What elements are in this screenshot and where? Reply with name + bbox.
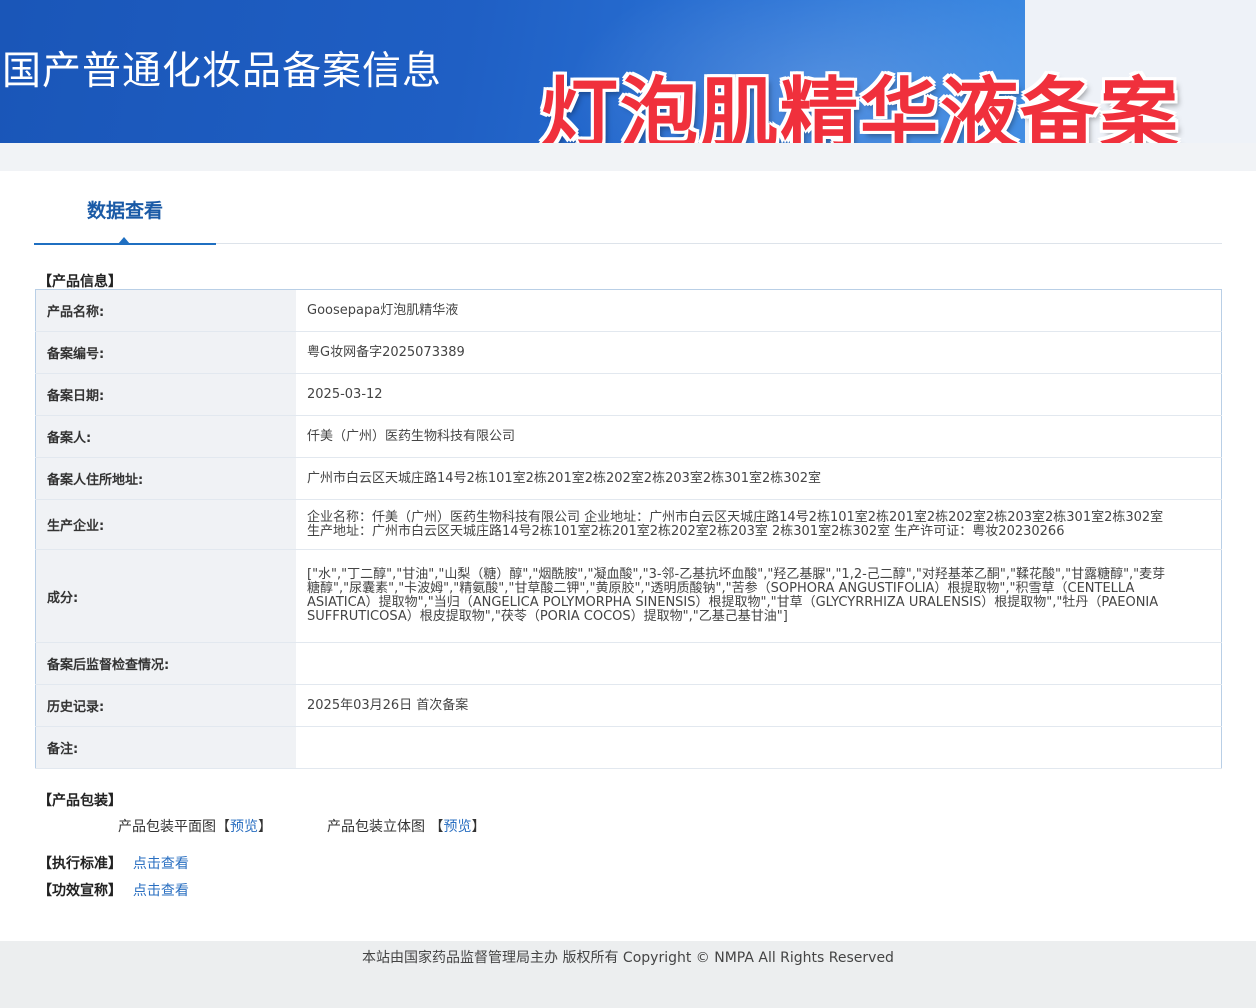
standards-label: 【执行标准】 <box>38 856 122 872</box>
row-value <box>296 642 1222 685</box>
row-value <box>296 726 1222 769</box>
table-row: 备案人住所地址: 广州市白云区天城庄路14号2栋101室2栋201室2栋202室… <box>35 457 1222 500</box>
product-info-table: 产品名称: Goosepapa灯泡肌精华液 备案编号: 粤G妆网备字202507… <box>35 289 1222 769</box>
page-footer: 本站由国家药品监督管理局主办 版权所有 Copyright © NMPA All… <box>0 941 1256 1008</box>
row-key: 产品名称: <box>35 289 296 332</box>
tab-data-view[interactable]: 数据查看 <box>34 195 216 245</box>
row-key: 备注: <box>35 726 296 769</box>
footer-copyright: 本站由国家药品监督管理局主办 版权所有 Copyright © NMPA All… <box>362 950 894 966</box>
row-value: 仟美（广州）医药生物科技有限公司 <box>296 415 1222 458</box>
row-key: 备案日期: <box>35 373 296 416</box>
product-info-heading: 【产品信息】 <box>38 274 122 290</box>
tab-data-view-label: 数据查看 <box>86 200 163 222</box>
row-key: 历史记录: <box>35 684 296 727</box>
row-value: 广州市白云区天城庄路14号2栋101室2栋201室2栋202室2栋203室2栋3… <box>296 457 1222 500</box>
row-key: 生产企业: <box>35 499 296 550</box>
packaging-flat-label: 产品包装平面图 <box>118 819 216 835</box>
table-row: 成分: ["水","丁二醇","甘油","山梨（糖）醇","烟酰胺","凝血酸"… <box>35 549 1222 643</box>
row-key: 成分: <box>35 549 296 643</box>
table-row: 备案日期: 2025-03-12 <box>35 373 1222 416</box>
table-row: 生产企业: 企业名称：仟美（广州）医药生物科技有限公司 企业地址：广州市白云区天… <box>35 499 1222 550</box>
row-key: 备案编号: <box>35 331 296 374</box>
table-row: 备案编号: 粤G妆网备字2025073389 <box>35 331 1222 374</box>
row-key: 备案人: <box>35 415 296 458</box>
table-row: 备案后监督检查情况: <box>35 642 1222 685</box>
tab-caret-icon <box>118 237 130 244</box>
packaging-stereo-preview-link[interactable]: 预览 <box>443 819 471 835</box>
packaging-flat: 产品包装平面图【预览】 <box>118 819 272 835</box>
row-value: Goosepapa灯泡肌精华液 <box>296 289 1222 332</box>
row-value: ["水","丁二醇","甘油","山梨（糖）醇","烟酰胺","凝血酸","3-… <box>296 549 1222 643</box>
standards-view-link[interactable]: 点击查看 <box>133 856 189 872</box>
row-key: 备案人住所地址: <box>35 457 296 500</box>
table-row: 产品名称: Goosepapa灯泡肌精华液 <box>35 289 1222 332</box>
packaging-stereo: 产品包装立体图 【预览】 <box>327 819 486 835</box>
efficacy-row: 【功效宣称】 点击查看 <box>38 880 189 900</box>
table-row: 备案人: 仟美（广州）医药生物科技有限公司 <box>35 415 1222 458</box>
page-banner: 国产普通化妆品备案信息 灯泡肌精华液备案 <box>0 0 1256 160</box>
packaging-heading: 【产品包装】 <box>38 793 122 809</box>
packaging-flat-preview-link[interactable]: 预览 <box>230 819 258 835</box>
row-value: 粤G妆网备字2025073389 <box>296 331 1222 374</box>
efficacy-label: 【功效宣称】 <box>38 883 122 899</box>
row-value: 2025年03月26日 首次备案 <box>296 684 1222 727</box>
table-row: 历史记录: 2025年03月26日 首次备案 <box>35 684 1222 727</box>
packaging-stereo-label: 产品包装立体图 <box>327 819 425 835</box>
table-row: 备注: <box>35 726 1222 769</box>
row-key: 备案后监督检查情况: <box>35 642 296 685</box>
site-title: 国产普通化妆品备案信息 <box>2 49 443 94</box>
row-value: 2025-03-12 <box>296 373 1222 416</box>
row-value: 企业名称：仟美（广州）医药生物科技有限公司 企业地址：广州市白云区天城庄路14号… <box>296 499 1222 550</box>
banner-divider-band <box>0 143 1256 171</box>
standards-row: 【执行标准】 点击查看 <box>38 853 189 873</box>
efficacy-view-link[interactable]: 点击查看 <box>133 883 189 899</box>
